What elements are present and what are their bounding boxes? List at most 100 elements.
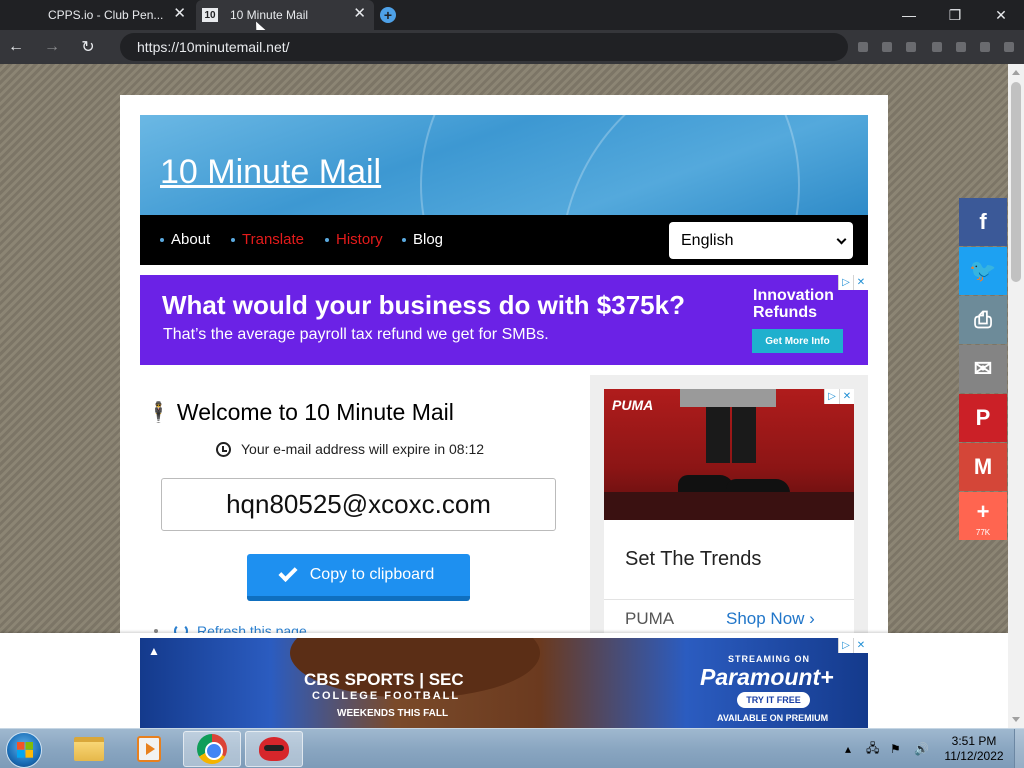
adchoices-icon[interactable]: ▷ [838, 275, 853, 290]
nav-label: History [336, 231, 383, 248]
action-center-icon[interactable]: ⚑ [890, 729, 901, 768]
ad-headline: Set The Trends [625, 548, 762, 570]
media-player-taskbar-button[interactable] [120, 731, 178, 767]
check-icon [278, 562, 298, 583]
try-free-button[interactable]: TRY IT FREE [737, 692, 810, 708]
copy-to-clipboard-button[interactable]: Copy to clipboard [247, 554, 470, 601]
nav-label: Blog [413, 231, 444, 248]
print-icon: ⎙ [974, 307, 992, 332]
scroll-down-icon[interactable] [1012, 717, 1020, 722]
folder-icon [74, 737, 104, 761]
ad-streaming: STREAMING ON [728, 654, 811, 664]
main-nav: About Translate History Blog English [140, 215, 868, 265]
extension-icon[interactable] [882, 42, 892, 52]
new-tab-icon[interactable]: + [380, 7, 396, 23]
expire-text: Your e-mail address will expire in 08:12 [241, 441, 485, 457]
explorer-taskbar-button[interactable] [60, 731, 118, 767]
pinterest-share-button[interactable]: P [959, 394, 1007, 442]
close-tab-icon[interactable]: ✕ [353, 6, 366, 22]
page-scrollbar[interactable] [1008, 64, 1024, 728]
restore-button[interactable]: ❐ [932, 0, 978, 30]
extension-icon[interactable] [932, 42, 942, 52]
expire-notice: Your e-mail address will expire in 08:12 [216, 441, 484, 457]
email-address-field[interactable]: hqn80525@xcoxc.com [161, 478, 556, 531]
top-ad-banner[interactable]: What would your business do with $375k? … [140, 275, 868, 365]
nav-bullet [231, 237, 235, 242]
reload-icon[interactable]: ↻ [77, 36, 99, 58]
bottom-ad-container: ▲ CBS SPORTS | SEC COLLEGE FOOTBALL WEEK… [0, 633, 1008, 728]
site-title-link[interactable]: 10 Minute Mail [160, 153, 381, 192]
share-plus-share-button[interactable]: +77K [959, 492, 1007, 540]
facebook-share-button[interactable]: f [959, 198, 1007, 246]
ad-advertiser: PUMA [625, 609, 675, 628]
gmail-share-button[interactable]: M [959, 443, 1007, 491]
forward-arrow-icon[interactable]: → [41, 36, 63, 58]
menu-icon[interactable] [1004, 42, 1014, 52]
leg-shape [732, 407, 756, 463]
nav-blog[interactable]: Blog [402, 231, 443, 248]
close-window-button[interactable]: ✕ [978, 0, 1024, 30]
print-share-button[interactable]: ⎙ [959, 296, 1007, 344]
address-bar[interactable]: https://10minutemail.net/ [120, 33, 848, 61]
shop-now-link[interactable]: Shop Now › [726, 609, 815, 629]
scroll-up-icon[interactable] [1012, 70, 1020, 75]
nav-label: About [171, 231, 211, 248]
tray-expand-icon[interactable]: ▴ [845, 729, 851, 768]
taskbar-clock[interactable]: 3:51 PM 11/12/2022 [936, 734, 1012, 764]
pinterest-icon: P [975, 405, 991, 430]
side-ad[interactable]: PUMA ▷ ✕ Set The Trends PUMA Shop Now › [604, 389, 854, 639]
ad-cta-button[interactable]: Get More Info [752, 329, 843, 353]
email-share-button[interactable]: ✉ [959, 345, 1007, 393]
ad-brand: CBS SPORTS | SEC [304, 670, 464, 689]
volume-icon[interactable]: 🔊 [914, 729, 929, 768]
clock-icon [216, 441, 231, 457]
clock-time: 3:51 PM [951, 734, 997, 748]
email-icon: ✉ [973, 356, 993, 381]
extension-icon[interactable] [956, 42, 966, 52]
adchoices-icon[interactable]: ▷ [838, 638, 853, 653]
tab-cpps[interactable]: CPPS.io - Club Pen... ✕ [8, 0, 194, 30]
leg-shape [706, 407, 730, 463]
chrome-taskbar-button[interactable] [183, 731, 241, 767]
ad-side-line: Refunds [753, 304, 817, 321]
start-button[interactable] [6, 732, 42, 768]
facebook-icon: f [979, 209, 987, 234]
person-icon: 🕴 [146, 402, 171, 424]
bottom-ad[interactable]: ▲ CBS SPORTS | SEC COLLEGE FOOTBALL WEEK… [140, 638, 868, 728]
game-taskbar-button[interactable] [245, 731, 303, 767]
network-icon[interactable]: 🖧 [866, 729, 879, 768]
close-ad-icon[interactable]: ✕ [839, 389, 854, 404]
ad-badge: ▷ ✕ [824, 389, 854, 404]
nav-translate[interactable]: Translate [231, 231, 304, 248]
nav-label: Translate [242, 231, 304, 248]
extension-icon[interactable] [980, 42, 990, 52]
close-ad-icon[interactable]: ✕ [853, 275, 868, 290]
puma-logo: PUMA [612, 397, 654, 413]
paramount-logo: Paramount+ [700, 664, 834, 690]
scroll-thumb[interactable] [1011, 82, 1021, 282]
close-ad-icon[interactable]: ✕ [853, 638, 868, 653]
close-tab-icon[interactable]: ✕ [173, 6, 186, 22]
shorts-shape [680, 389, 776, 407]
show-desktop-button[interactable] [1014, 729, 1024, 768]
ad-line: WEEKENDS THIS FALL [337, 708, 449, 719]
language-select[interactable]: English [669, 222, 853, 259]
ad-badge: ▷ ✕ [838, 638, 868, 653]
twitter-share-button[interactable]: 🐦 [959, 247, 1007, 295]
nav-history[interactable]: History [325, 231, 383, 248]
ad-subline: That’s the average payroll tax refund we… [163, 326, 549, 343]
tab-10-minute-mail[interactable]: 10 10 Minute Mail ✕ [196, 0, 374, 30]
media-player-icon [137, 736, 161, 762]
back-arrow-icon[interactable]: ← [5, 36, 27, 58]
adchoices-icon[interactable]: ▷ [824, 389, 839, 404]
tab-title: CPPS.io - Club Pen... [48, 8, 164, 22]
browser-toolbar: ← → ↻ https://10minutemail.net/ [0, 30, 1024, 64]
extension-icon[interactable] [858, 42, 868, 52]
ad-badge: ▷ ✕ [838, 275, 868, 290]
minimize-button[interactable]: — [886, 0, 932, 30]
chrome-icon [197, 734, 227, 764]
extension-icon[interactable] [906, 42, 916, 52]
nav-about[interactable]: About [160, 231, 210, 248]
floor-shape [604, 492, 854, 520]
chevron-right-icon: › [809, 609, 815, 628]
